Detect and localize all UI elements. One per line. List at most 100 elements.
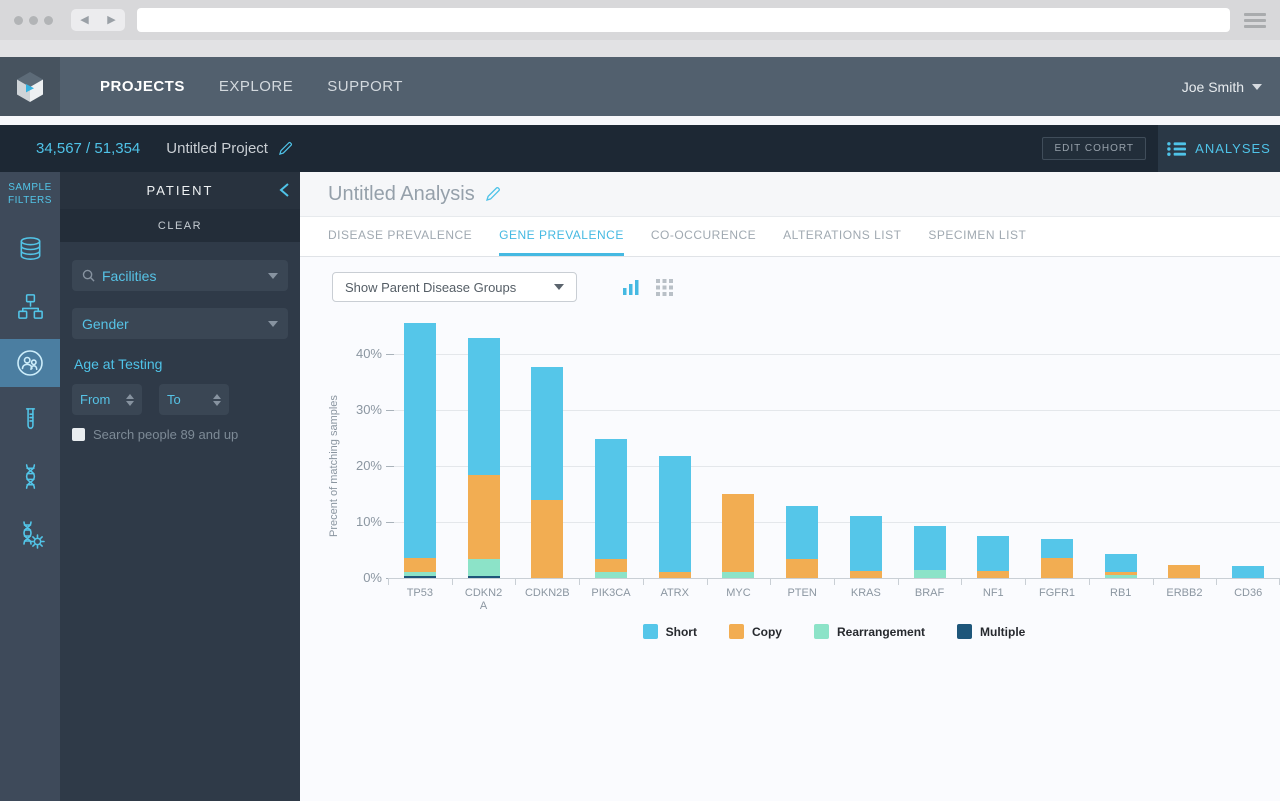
bar-segment-copy[interactable]	[531, 499, 564, 578]
stepper-arrows-icon[interactable]	[126, 393, 134, 406]
bar-segment-rearrangement[interactable]	[403, 571, 436, 576]
stepper-arrows-icon[interactable]	[213, 393, 221, 406]
bar-segment-copy[interactable]	[1041, 557, 1073, 578]
bar-segment-short[interactable]	[913, 525, 946, 571]
analyses-button[interactable]: ANALYSES	[1158, 125, 1280, 172]
x-category-label: BRAF	[914, 587, 945, 599]
x-tick	[897, 578, 899, 585]
bar-segment-copy[interactable]	[722, 494, 755, 572]
chart-legend: Short Copy Rearrangement Multiple	[388, 624, 1280, 639]
x-tick	[706, 578, 708, 585]
chevron-down-icon	[554, 284, 564, 290]
bar-segment-short[interactable]	[1232, 565, 1265, 578]
bar-segment-copy[interactable]	[1104, 571, 1137, 575]
edit-cohort-button[interactable]: EDIT COHORT	[1042, 137, 1146, 160]
bar-segment-rearrangement[interactable]	[913, 570, 946, 578]
bar-segment-rearrangement[interactable]	[722, 571, 755, 578]
bar-segment-short[interactable]	[531, 366, 564, 500]
bar-segment-multiple[interactable]	[403, 575, 436, 578]
filter-test-tube-icon[interactable]	[0, 391, 60, 448]
gender-placeholder: Gender	[82, 315, 129, 332]
legend-swatch	[642, 624, 658, 639]
nav-item-support[interactable]: SUPPORT	[327, 78, 403, 95]
grid-view-icon[interactable]	[656, 278, 673, 296]
analysis-title: Untitled Analysis	[328, 182, 475, 205]
x-tick	[1088, 578, 1090, 585]
x-tick	[1025, 578, 1027, 585]
user-menu[interactable]: Joe Smith	[1182, 79, 1262, 95]
x-category-label: FGFR1	[1038, 587, 1076, 599]
forward-icon[interactable]: ▶	[107, 14, 115, 26]
edit-analysis-title-icon[interactable]	[485, 186, 501, 202]
nav-item-projects[interactable]: PROJECTS	[100, 78, 185, 95]
collapse-panel-icon[interactable]	[279, 182, 290, 203]
bar-segment-copy[interactable]	[1168, 565, 1201, 578]
chrome-strip	[0, 40, 1280, 57]
filter-database-icon[interactable]	[0, 221, 60, 278]
bar-segment-rearrangement[interactable]	[595, 572, 627, 578]
x-category-label: TP53	[406, 587, 433, 599]
filter-dna-icon[interactable]	[0, 448, 60, 505]
tab-alterations-list[interactable]: ALTERATIONS LIST	[783, 217, 901, 256]
bar-segment-short[interactable]	[658, 456, 691, 572]
bar-segment-copy[interactable]	[658, 571, 691, 578]
bar-segment-short[interactable]	[595, 438, 627, 559]
analysis-tabs: DISEASE PREVALENCE GENE PREVALENCE CO-OCCU…	[300, 217, 1280, 257]
legend-item-multiple: Multiple	[957, 624, 1025, 639]
patient-panel-title: PATIENT	[146, 183, 214, 198]
age-from-input[interactable]: From	[72, 384, 142, 415]
bar-segment-copy[interactable]	[403, 557, 436, 572]
x-category-label: CDKN2B	[524, 587, 570, 599]
bar-segment-short[interactable]	[786, 505, 819, 559]
bar-segment-copy[interactable]	[786, 558, 819, 578]
nav-item-explore[interactable]: EXPLORE	[219, 78, 293, 95]
facilities-dropdown[interactable]: Facilities	[72, 260, 288, 291]
window-dot[interactable]	[14, 15, 23, 25]
y-tick-label: 0%	[363, 570, 382, 585]
bar-segment-multiple[interactable]	[467, 575, 500, 578]
legend-swatch	[728, 624, 744, 639]
chevron-down-icon	[1252, 83, 1262, 90]
x-tick	[579, 578, 581, 585]
legend-item-copy: Copy	[728, 624, 782, 639]
app-logo-icon[interactable]	[0, 57, 60, 116]
x-tick	[515, 578, 517, 585]
browser-menu-icon[interactable]	[1244, 12, 1266, 28]
facilities-placeholder: Facilities	[102, 267, 157, 284]
bar-chart-view-icon[interactable]	[622, 278, 640, 296]
back-icon[interactable]: ◀	[80, 14, 88, 26]
window-dot[interactable]	[44, 15, 53, 25]
bar-segment-short[interactable]	[1104, 553, 1137, 572]
age-to-input[interactable]: To	[159, 384, 229, 415]
filter-dna-gear-icon[interactable]	[0, 505, 60, 562]
url-input[interactable]	[137, 8, 1230, 32]
tab-gene-prevalence[interactable]: GENE PREVALENCE	[499, 217, 624, 256]
bar-segment-short[interactable]	[849, 516, 882, 571]
gender-dropdown[interactable]: Gender	[72, 308, 288, 339]
clear-filters-button[interactable]: CLEAR	[60, 209, 300, 242]
bar-segment-short[interactable]	[467, 338, 500, 475]
user-name: Joe Smith	[1181, 78, 1244, 95]
x-category-label: ERBB2	[1166, 587, 1203, 599]
bar-segment-short[interactable]	[977, 536, 1010, 572]
disease-groups-dropdown[interactable]: Show Parent Disease Groups	[332, 272, 577, 302]
bar-segment-rearrangement[interactable]	[467, 558, 500, 576]
filter-hierarchy-icon[interactable]	[0, 278, 60, 335]
bar-segment-copy[interactable]	[467, 474, 500, 559]
tab-co-occurence[interactable]: CO-OCCURENCE	[651, 217, 756, 256]
age-89-checkbox[interactable]	[72, 428, 85, 441]
legend-label: Short	[665, 624, 697, 639]
window-dot[interactable]	[29, 15, 38, 25]
y-tick-label: 40%	[355, 346, 382, 361]
bar-segment-short[interactable]	[403, 323, 436, 558]
bar-segment-copy[interactable]	[977, 571, 1010, 578]
tab-specimen-list[interactable]: SPECIMEN LIST	[928, 217, 1026, 256]
bar-segment-copy[interactable]	[849, 570, 882, 578]
bar-segment-copy[interactable]	[595, 558, 627, 573]
tab-disease-prevalence[interactable]: DISEASE PREVALENCE	[328, 217, 472, 256]
bar-segment-short[interactable]	[1041, 538, 1073, 558]
x-tick	[451, 578, 453, 585]
filter-patients-icon[interactable]	[0, 339, 60, 387]
edit-project-title-icon[interactable]	[278, 141, 293, 156]
bar-segment-rearrangement[interactable]	[1104, 574, 1137, 578]
